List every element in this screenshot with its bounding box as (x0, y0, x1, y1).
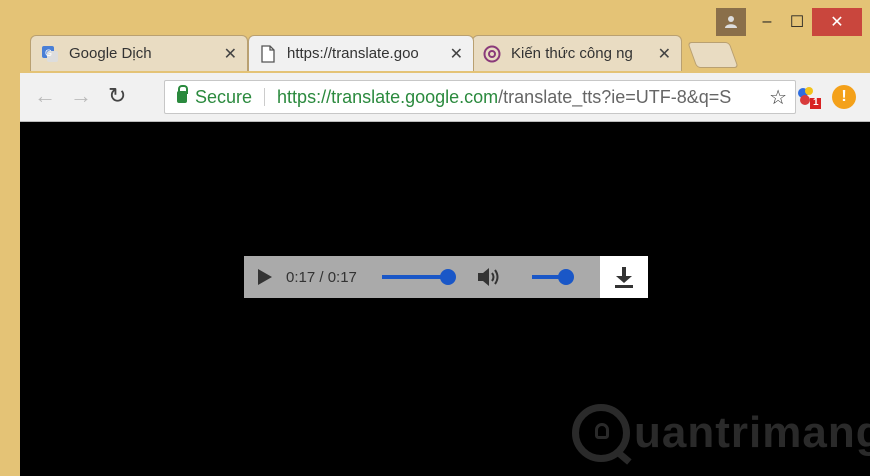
browser-window: – ☐ ✕ G Google Dịch ✕ https://translate.… (0, 0, 870, 476)
window-controls: – ☐ ✕ (716, 8, 862, 36)
volume-slider[interactable] (532, 269, 574, 285)
alert-extension-icon[interactable]: ! (832, 85, 856, 109)
minimize-icon: – (762, 13, 772, 30)
tab-title: https://translate.goo (287, 45, 419, 62)
tab-translate-tts[interactable]: https://translate.goo ✕ (248, 35, 474, 71)
maximize-button[interactable]: ☐ (782, 8, 812, 36)
url-path: /translate_tts?ie=UTF-8&q=S (498, 86, 732, 107)
download-button[interactable] (600, 256, 648, 298)
watermark-text: uantrimang (634, 408, 870, 457)
seek-slider-thumb[interactable] (440, 269, 456, 285)
maximize-icon: ☐ (789, 14, 805, 31)
user-icon (725, 16, 737, 28)
volume-icon[interactable] (476, 265, 502, 289)
seek-slider[interactable] (382, 269, 456, 285)
bookmark-star-icon[interactable]: ☆ (769, 85, 787, 110)
url-host: https://translate.google.com (277, 86, 499, 107)
svg-text:G: G (45, 48, 52, 58)
close-tab-icon[interactable]: ✕ (658, 44, 671, 64)
browser-toolbar: ← → ↻ Secure https://translate.google.co… (20, 73, 870, 122)
profile-button[interactable] (716, 8, 746, 36)
at-sign-icon (483, 45, 501, 63)
download-icon (615, 267, 633, 288)
alert-glyph: ! (841, 88, 847, 105)
close-icon: ✕ (830, 14, 844, 31)
tab-title: Google Dịch (69, 45, 152, 62)
watermark-logo: uantrimang (572, 404, 870, 462)
forward-arrow-icon[interactable]: → (70, 83, 92, 109)
google-translate-icon: G (41, 45, 59, 63)
new-tab-button[interactable] (687, 42, 739, 68)
minimize-button[interactable]: – (752, 8, 782, 36)
address-bar[interactable]: Secure https://translate.google.com /tra… (164, 80, 796, 114)
play-icon[interactable] (258, 269, 272, 285)
close-tab-icon[interactable]: ✕ (450, 44, 463, 64)
volume-slider-thumb[interactable] (558, 269, 574, 285)
time-display: 0:17 / 0:17 (286, 268, 357, 286)
close-tab-icon[interactable]: ✕ (224, 44, 237, 64)
tab-title: Kiến thức công ng (511, 45, 633, 62)
extension-badge: 1 (813, 97, 819, 108)
separator (264, 88, 266, 106)
document-icon (259, 44, 277, 63)
tab-google-dich[interactable]: G Google Dịch ✕ (30, 35, 248, 71)
reload-icon[interactable]: ↻ (108, 83, 126, 109)
tab-kien-thuc[interactable]: Kiến thức công ng ✕ (472, 35, 682, 71)
secure-label: Secure (195, 86, 253, 107)
audio-player: 0:17 / 0:17 (244, 256, 648, 298)
lock-icon (177, 85, 188, 103)
media-viewer: 0:17 / 0:17 uantrimang (20, 122, 870, 476)
extension-colorful-icon[interactable]: 1 (796, 85, 822, 109)
lightbulb-q-icon (572, 404, 630, 462)
back-arrow-icon[interactable]: ← (34, 83, 56, 109)
close-window-button[interactable]: ✕ (812, 8, 862, 36)
